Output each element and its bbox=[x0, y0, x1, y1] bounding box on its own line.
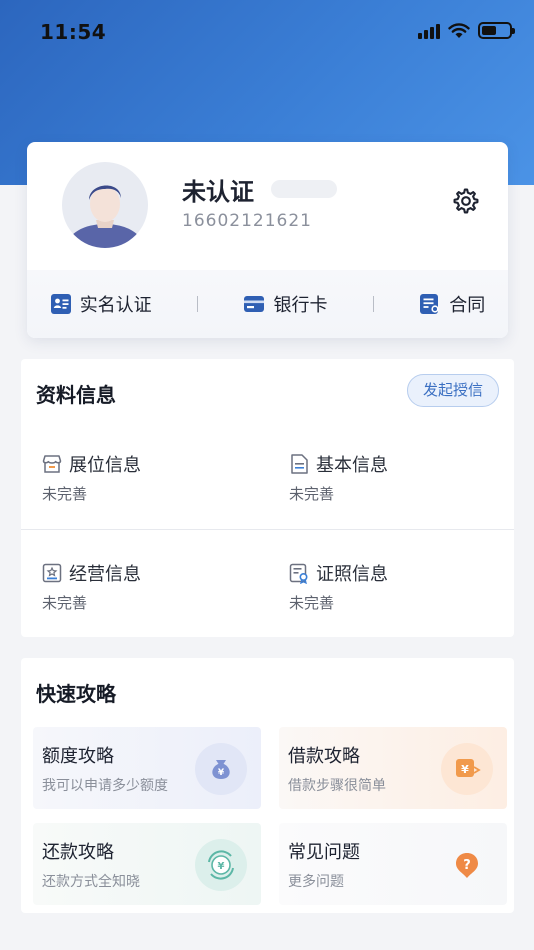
guide-item-subtitle: 更多问题 bbox=[288, 874, 344, 890]
action-bank-card[interactable]: 银行卡 bbox=[243, 291, 327, 317]
section-divider bbox=[21, 529, 514, 530]
info-item-status: 未完善 bbox=[289, 485, 335, 503]
action-real-name-label: 实名认证 bbox=[79, 295, 152, 316]
action-contract[interactable]: 合同 bbox=[419, 291, 485, 317]
info-item-label: 证照信息 bbox=[316, 564, 388, 585]
info-item-status: 未完善 bbox=[289, 594, 335, 612]
profile-name: 未认证 bbox=[182, 178, 254, 206]
document-icon bbox=[291, 454, 308, 474]
business-icon bbox=[42, 563, 62, 583]
license-icon bbox=[289, 563, 308, 584]
avatar-person-icon bbox=[67, 185, 143, 248]
info-section: 资料信息 发起授信 展位信息 未完善 基本信息 未完善 经营信息 未完善 证照信… bbox=[21, 359, 514, 637]
info-section-title: 资料信息 bbox=[36, 383, 116, 407]
info-item-label: 展位信息 bbox=[69, 455, 141, 476]
action-real-name[interactable]: 实名认证 bbox=[50, 291, 152, 317]
action-bank-card-label: 银行卡 bbox=[273, 295, 328, 316]
svg-text:¥: ¥ bbox=[218, 861, 225, 872]
status-time: 11:54 bbox=[40, 20, 107, 44]
guide-item-title: 常见问题 bbox=[288, 842, 360, 863]
bank-card-icon bbox=[244, 296, 265, 312]
guide-item-subtitle: 我可以申请多少额度 bbox=[42, 778, 168, 794]
info-item-license[interactable]: 证照信息 未完善 bbox=[268, 560, 508, 650]
info-item-business[interactable]: 经营信息 未完善 bbox=[21, 560, 261, 650]
yen-cycle-icon: ¥ bbox=[195, 839, 247, 891]
id-card-icon bbox=[50, 294, 71, 314]
info-item-status: 未完善 bbox=[42, 485, 88, 503]
question-icon: ? bbox=[441, 839, 493, 891]
signal-icon bbox=[418, 23, 440, 39]
guide-item-subtitle: 借款步骤很简单 bbox=[288, 778, 386, 794]
info-item-booth[interactable]: 展位信息 未完善 bbox=[21, 451, 261, 541]
yen-card-icon: ¥ bbox=[441, 743, 493, 795]
info-item-basic[interactable]: 基本信息 未完善 bbox=[268, 451, 508, 541]
status-icons bbox=[418, 22, 515, 39]
avatar[interactable] bbox=[62, 162, 148, 248]
action-contract-label: 合同 bbox=[449, 295, 486, 316]
info-item-label: 经营信息 bbox=[69, 564, 141, 585]
svg-text:¥: ¥ bbox=[461, 763, 469, 776]
profile-card: 未认证 16602121621 实名认证 银行卡 合同 bbox=[27, 142, 508, 338]
guide-item-repay[interactable]: 还款攻略 还款方式全知晓 ¥ bbox=[33, 823, 261, 905]
svg-text:?: ? bbox=[463, 858, 471, 873]
info-item-label: 基本信息 bbox=[316, 455, 388, 476]
apply-credit-button[interactable]: 发起授信 bbox=[407, 374, 499, 407]
guide-item-title: 还款攻略 bbox=[42, 842, 114, 863]
booth-icon bbox=[42, 455, 62, 473]
name-blur bbox=[271, 180, 337, 198]
guide-item-faq[interactable]: 常见问题 更多问题 ? bbox=[279, 823, 507, 905]
action-divider bbox=[197, 296, 199, 312]
profile-phone: 16602121621 bbox=[182, 211, 312, 231]
guide-item-title: 额度攻略 bbox=[42, 746, 114, 767]
contract-icon bbox=[420, 294, 439, 314]
profile-actions: 实名认证 银行卡 合同 bbox=[27, 270, 508, 338]
guide-section-title: 快速攻略 bbox=[36, 682, 116, 706]
wifi-icon bbox=[448, 22, 470, 38]
guide-item-loan[interactable]: 借款攻略 借款步骤很简单 ¥ bbox=[279, 727, 507, 809]
svg-text:¥: ¥ bbox=[218, 768, 225, 778]
guide-section: 快速攻略 额度攻略 我可以申请多少额度 ¥ 借款攻略 借款步骤很简单 ¥ 还款攻… bbox=[21, 658, 514, 913]
battery-icon bbox=[478, 22, 515, 39]
guide-item-subtitle: 还款方式全知晓 bbox=[42, 874, 140, 890]
money-bag-icon: ¥ bbox=[195, 743, 247, 795]
guide-item-title: 借款攻略 bbox=[288, 746, 360, 767]
status-bar: 11:54 bbox=[0, 0, 534, 62]
info-item-status: 未完善 bbox=[42, 594, 88, 612]
guide-item-quota[interactable]: 额度攻略 我可以申请多少额度 ¥ bbox=[33, 727, 261, 809]
action-divider bbox=[372, 296, 374, 312]
settings-gear-icon[interactable] bbox=[452, 187, 480, 215]
